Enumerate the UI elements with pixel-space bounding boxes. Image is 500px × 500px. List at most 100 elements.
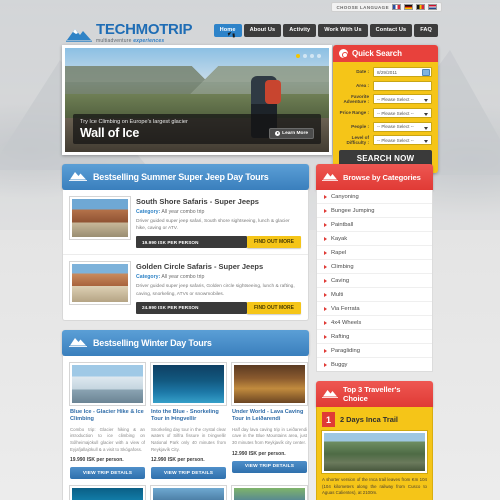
hero-slider-dots[interactable] <box>296 54 321 58</box>
hero-dot-4[interactable] <box>317 54 321 58</box>
quick-search-row-favorite-adventure: Favorite Adventure : -- Please Select -- <box>339 94 432 105</box>
category-item-4x4-wheels[interactable]: 4x4 Wheels <box>317 316 432 330</box>
people-select[interactable]: -- Please Select -- <box>373 121 432 132</box>
flag-be-icon[interactable] <box>416 4 425 10</box>
view-trip-details-button[interactable]: VIEW TRIP DETAILS <box>70 467 145 480</box>
difficulty-select[interactable]: -- Please Select -- <box>373 135 432 146</box>
quick-search-row-people: People : -- Please Select -- <box>339 121 432 132</box>
top3-panel-title: Top 3 Traveller's Choice <box>343 385 401 403</box>
tour-card-image[interactable] <box>151 486 226 500</box>
find-out-more-button[interactable]: FIND OUT MORE <box>247 301 301 314</box>
sidebar-column: Browse by Categories Canyoning Bungee Ju… <box>316 164 433 500</box>
category-item-via-ferrata[interactable]: Via Ferrata <box>317 302 432 316</box>
tour-card[interactable]: Under World - Lava Caving Tour in Leiðar… <box>232 362 307 480</box>
tour-card[interactable] <box>70 486 145 500</box>
category-item-rafting[interactable]: Rafting <box>317 330 432 344</box>
category-item-buggy[interactable]: Buggy <box>317 358 432 371</box>
tour-card-image[interactable] <box>232 486 307 500</box>
arrow-right-icon <box>324 278 327 283</box>
search-icon <box>339 49 348 58</box>
nav-item-contact-us[interactable]: Contact Us <box>369 24 413 37</box>
nav-item-faq[interactable]: FAQ <box>414 24 438 37</box>
tour-card-description: Snorkeling day tour in the crystal clear… <box>151 426 226 452</box>
site-logo[interactable]: TECHMOTRIP multiadventure experiences <box>66 22 192 44</box>
tour-name: South Shore Safaris - Super Jeeps <box>136 197 259 206</box>
summer-tours-panel: South Shore Safaris - Super Jeeps Catego… <box>62 190 309 321</box>
categories-panel-title: Browse by Categories <box>343 172 421 182</box>
tour-category-value: All year combo trip <box>161 209 205 215</box>
mountain-icon <box>322 168 338 186</box>
flag-fr-icon[interactable] <box>392 4 401 10</box>
category-item-rapel[interactable]: Rapel <box>317 246 432 260</box>
hero-banner[interactable]: Try Ice Climbing on Europe's largest gla… <box>62 45 332 155</box>
category-item-caving[interactable]: Caving <box>317 274 432 288</box>
tour-card-image[interactable] <box>151 362 226 405</box>
price-range-select[interactable]: -- Please Select -- <box>373 108 432 119</box>
quick-search-body: Date : 8/29/2011 Area : Favorite Adventu… <box>333 62 438 173</box>
arrow-right-icon <box>324 348 327 353</box>
rank-badge: 1 <box>322 412 335 427</box>
price-range-label: Price Range : <box>339 110 369 116</box>
category-item-canyoning[interactable]: Canyoning <box>317 190 432 204</box>
tour-card-price: 19.990 ISK per person. <box>70 457 124 464</box>
tour-description: Driver guided super jeep safari, South s… <box>136 219 290 232</box>
category-item-multi[interactable]: Multi <box>317 288 432 302</box>
language-selector[interactable]: CHOOSE LANGUAGE <box>331 2 442 12</box>
tour-category-label: Category: <box>136 274 161 281</box>
summer-section-title: Bestselling Summer Super Jeep Day Tours <box>93 172 269 182</box>
nav-item-activity[interactable]: Activity <box>283 24 317 37</box>
summer-section-header: Bestselling Summer Super Jeep Day Tours <box>62 164 309 190</box>
quick-search-header: Quick Search <box>333 45 438 62</box>
flag-nl-icon[interactable] <box>428 4 437 10</box>
tour-thumbnail-image[interactable] <box>70 197 130 239</box>
winter-cards-row: Blue Ice - Glacier Hike & Ice Climbing C… <box>63 356 308 487</box>
hero-dot-2[interactable] <box>303 54 307 58</box>
tour-card[interactable]: Into the Blue - Snorkeling Tour in Þingv… <box>151 362 226 480</box>
tour-card-image[interactable] <box>232 362 307 405</box>
category-label: Bungee Jumping <box>331 207 375 214</box>
tour-card-image[interactable] <box>70 362 145 405</box>
hero-dot-3[interactable] <box>310 54 314 58</box>
arrow-right-icon <box>324 236 327 241</box>
tour-category-label: Category: <box>136 209 161 215</box>
view-trip-details-button[interactable]: VIEW TRIP DETAILS <box>232 460 307 473</box>
chevron-down-icon <box>424 126 428 130</box>
tour-category: Category: All year combo trip <box>136 274 301 280</box>
find-out-more-button[interactable]: FIND OUT MORE <box>247 236 301 249</box>
view-trip-details-button[interactable]: VIEW TRIP DETAILS <box>151 467 226 480</box>
tour-thumbnail-image[interactable] <box>70 262 130 305</box>
category-item-climbing[interactable]: Climbing <box>317 260 432 274</box>
tour-row[interactable]: South Shore Safaris - Super Jeeps Catego… <box>63 190 308 256</box>
site-header: TECHMOTRIP multiadventure experiences Ho… <box>0 17 500 45</box>
hero-dot-1[interactable] <box>296 54 300 58</box>
category-item-kayak[interactable]: Kayak <box>317 232 432 246</box>
flag-de-icon[interactable] <box>404 4 413 10</box>
category-item-paintball[interactable]: Paintball <box>317 218 432 232</box>
area-input[interactable] <box>373 80 432 91</box>
tour-card[interactable]: Blue Ice - Glacier Hike & Ice Climbing C… <box>70 362 145 480</box>
hero-area: Try Ice Climbing on Europe's largest gla… <box>62 45 438 173</box>
favorite-adventure-value: -- Please Select -- <box>377 96 414 102</box>
category-label: Caving <box>331 277 350 284</box>
category-label: Rapel <box>331 249 347 256</box>
brand-tagline-plain: multiadventure <box>96 38 134 44</box>
play-icon <box>275 131 281 136</box>
tour-card[interactable] <box>151 486 226 500</box>
nav-item-work-with-us[interactable]: Work With Us <box>318 24 368 37</box>
calendar-icon[interactable] <box>422 69 430 76</box>
category-item-bungee-jumping[interactable]: Bungee Jumping <box>317 204 432 218</box>
top3-trip-name[interactable]: 2 Days Inca Trail <box>340 415 398 424</box>
date-input[interactable]: 8/29/2011 <box>373 67 432 77</box>
top3-trip-image[interactable] <box>322 431 427 473</box>
category-item-paragliding[interactable]: Paragliding <box>317 344 432 358</box>
nav-item-about-us[interactable]: About Us <box>243 24 282 37</box>
category-label: Multi <box>331 291 344 298</box>
tour-card[interactable] <box>232 486 307 500</box>
tour-row[interactable]: Golden Circle Safaris - Super Jeeps Cate… <box>63 255 308 319</box>
brand-text-block: TECHMOTRIP multiadventure experiences <box>96 22 192 44</box>
favorite-adventure-select[interactable]: -- Please Select -- <box>373 94 432 105</box>
mountain-icon <box>69 334 87 352</box>
quick-search-row-date: Date : 8/29/2011 <box>339 67 432 77</box>
hero-learn-more-button[interactable]: Learn More <box>269 128 314 139</box>
tour-card-image[interactable] <box>70 486 145 500</box>
